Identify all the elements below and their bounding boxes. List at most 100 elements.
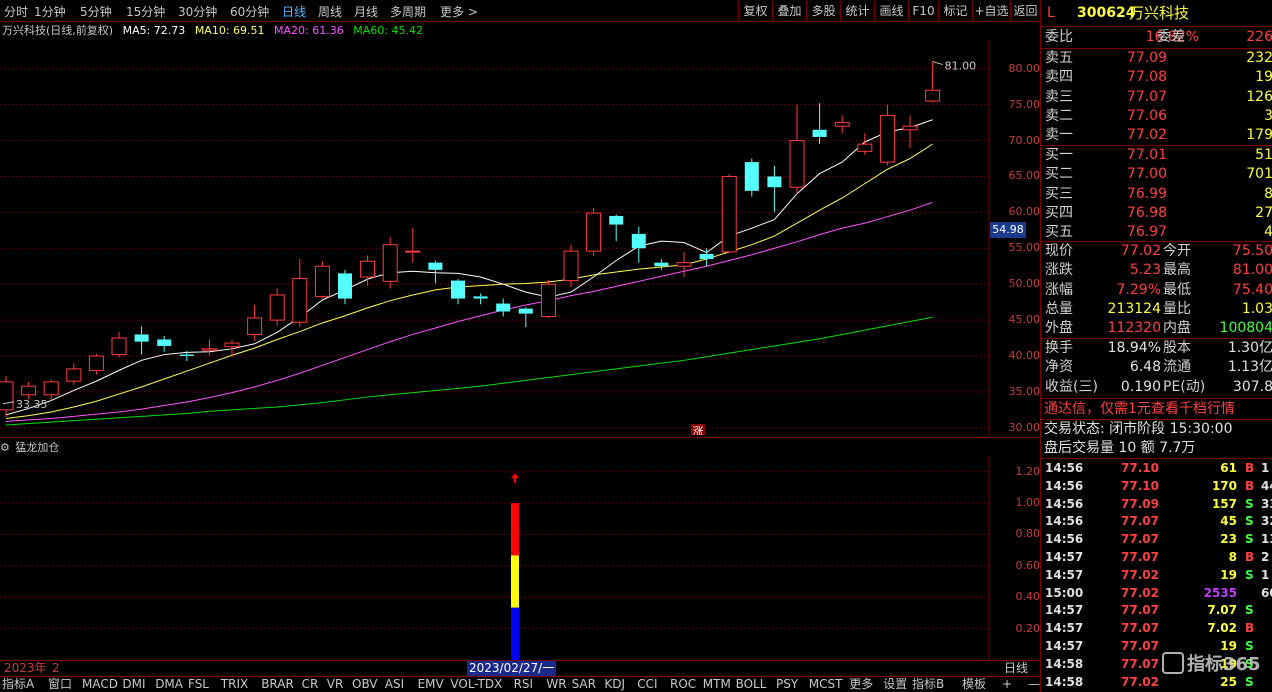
- period-tab-6[interactable]: 日线: [282, 3, 306, 20]
- indicator-tab-10[interactable]: OBV: [352, 677, 378, 692]
- indicator-tab-5[interactable]: FSL: [188, 677, 209, 692]
- candle-21: [473, 293, 488, 305]
- stat-row-1: 涨跌 5.23 最高 81.00: [1041, 261, 1272, 280]
- tick-row-6: 14:57 77.02 19 S 1: [1041, 566, 1272, 584]
- toolbar-button-1[interactable]: 叠加: [772, 1, 806, 21]
- indicator-tab-18[interactable]: CCI: [637, 677, 657, 692]
- indicator-tab-20[interactable]: MTM: [703, 677, 731, 692]
- stat2-row-0: 换手 18.94% 股本 1.30亿: [1041, 339, 1272, 358]
- tick-direction: B: [1245, 461, 1255, 475]
- candle-31: [699, 248, 714, 267]
- stat-value: 213124: [1107, 300, 1161, 317]
- tick-time: 14:57: [1045, 621, 1084, 636]
- stat2-row-2: 收益(三) 0.190 PE(动) 307.8: [1041, 378, 1272, 397]
- tick-direction: B: [1245, 550, 1255, 564]
- toolbar-button-4[interactable]: 画线: [874, 1, 908, 21]
- bid-price: 77.00: [1126, 166, 1167, 183]
- bottom-right-button-3[interactable]: —: [1028, 677, 1040, 692]
- toolbar-button-8[interactable]: 返回: [1010, 1, 1040, 21]
- period-tab-3[interactable]: 15分钟: [126, 3, 165, 20]
- ask-row-1: 卖四 77.08 19: [1041, 68, 1272, 87]
- bid-label: 买三: [1045, 185, 1073, 202]
- indicator-tab-11[interactable]: ASI: [385, 677, 404, 692]
- indicator-tab-24[interactable]: 更多: [849, 677, 873, 692]
- high-annotation: 81.00: [945, 60, 977, 73]
- tick-count: 1: [1261, 461, 1270, 475]
- period-tab-8[interactable]: 月线: [354, 3, 378, 20]
- indicator-tab-8[interactable]: CR: [302, 677, 319, 692]
- indicator-tab-14[interactable]: RSI: [514, 677, 534, 692]
- candle-17: [382, 237, 398, 289]
- bid-row-2: 买三 76.99 8: [1041, 185, 1272, 204]
- period-tab-10[interactable]: 更多 >: [440, 3, 478, 20]
- toolbar-button-6[interactable]: 标记: [938, 1, 972, 21]
- bottom-right-button-2[interactable]: +: [1002, 677, 1012, 692]
- indicator-chart[interactable]: [0, 456, 990, 660]
- tick-price: 77.10: [1121, 461, 1159, 475]
- bottom-right-button-0[interactable]: 指标B: [912, 677, 944, 692]
- indicator-tab-23[interactable]: MCST: [809, 677, 843, 692]
- period-tab-0[interactable]: 分时: [4, 3, 28, 20]
- indicator-tab-1[interactable]: 窗口: [48, 677, 72, 692]
- indicator-tab-2[interactable]: MACD: [82, 677, 118, 692]
- tick-count: 44: [1261, 478, 1272, 493]
- price-tick-5: 55.00: [1008, 241, 1041, 255]
- ask-price: 77.09: [1126, 50, 1167, 66]
- toolbar-button-3[interactable]: 统计: [840, 1, 874, 21]
- tick-price: 77.02: [1121, 585, 1159, 600]
- price-tick-6: 50.00: [1008, 277, 1041, 291]
- indicator-tab-7[interactable]: BRAR: [261, 677, 294, 692]
- axis-period[interactable]: 日线: [1004, 661, 1028, 676]
- stat2-value: 6.48: [1129, 359, 1161, 376]
- indicator-tab-4[interactable]: DMA: [155, 677, 183, 692]
- indicator-tab-21[interactable]: BOLL: [736, 677, 767, 692]
- settings-icon[interactable]: ⚙: [0, 441, 10, 454]
- toolbar-button-5[interactable]: F10: [908, 1, 938, 21]
- indicator-tab-12[interactable]: EMV: [418, 677, 444, 692]
- low-annotation: 33.35: [16, 398, 48, 411]
- price-tick-1: 75.00: [1008, 97, 1041, 111]
- tick-price: 77.07: [1121, 656, 1159, 671]
- indicator-tab-6[interactable]: TRIX: [221, 677, 248, 692]
- ma10-legend: MA10: 69.51: [194, 24, 265, 37]
- indicator-tab-13[interactable]: VOL-TDX: [450, 677, 502, 692]
- sep-1: [1041, 26, 1272, 27]
- period-tab-5[interactable]: 60分钟: [230, 3, 269, 20]
- indicator-tab-3[interactable]: DMI: [122, 677, 145, 692]
- tick-count: 33: [1261, 496, 1272, 511]
- sep-6: [1041, 398, 1272, 399]
- toolbar-button-2[interactable]: 多股: [806, 1, 840, 21]
- period-tab-4[interactable]: 30分钟: [178, 3, 217, 20]
- current-price-tag: 54.98: [990, 222, 1026, 238]
- bid-label: 买一: [1045, 147, 1073, 163]
- indicator-tab-25[interactable]: 设置: [883, 677, 907, 692]
- toolbar-button-7[interactable]: +自选: [972, 1, 1010, 21]
- period-tab-2[interactable]: 5分钟: [80, 3, 112, 20]
- stat-value-2: 81.00: [1232, 262, 1272, 279]
- indicator-tab-17[interactable]: KDJ: [604, 677, 625, 692]
- period-tab-7[interactable]: 周线: [318, 3, 342, 20]
- level2-ad-link[interactable]: 通达信，仅需1元查看千档行情: [1044, 400, 1272, 419]
- high-annotation-arrow: [932, 61, 943, 66]
- bottom-right-button-1[interactable]: 模板: [962, 677, 986, 692]
- stat-value-2: 75.40: [1232, 281, 1272, 298]
- candle-22: [496, 298, 511, 317]
- indicator-tab-15[interactable]: WR: [546, 677, 566, 692]
- indicator-tab-16[interactable]: SAR: [572, 677, 596, 692]
- candlestick-chart[interactable]: 81.00 33.35 涨: [0, 40, 990, 435]
- toolbar-button-0[interactable]: 复权: [738, 1, 772, 21]
- tick-row-9: 14:57 77.07 7.02 B: [1041, 619, 1272, 637]
- period-tab-1[interactable]: 1分钟: [34, 3, 66, 20]
- stat2-value: 0.190: [1120, 378, 1161, 395]
- signal-marker: 涨: [691, 424, 705, 435]
- indicator-tick-0: 1.20: [1015, 464, 1041, 478]
- indicator-tab-0[interactable]: 指标A: [2, 677, 34, 692]
- tick-count: 1: [1261, 567, 1270, 582]
- bid-volume: 51: [1255, 147, 1272, 163]
- indicator-tab-22[interactable]: PSY: [776, 677, 798, 692]
- period-tab-9[interactable]: 多周期: [390, 3, 426, 20]
- indicator-tab-19[interactable]: ROC: [670, 677, 696, 692]
- tick-time: 14:57: [1045, 639, 1084, 653]
- indicator-tab-9[interactable]: VR: [327, 677, 344, 692]
- stat-label-2: 内盘: [1163, 320, 1191, 337]
